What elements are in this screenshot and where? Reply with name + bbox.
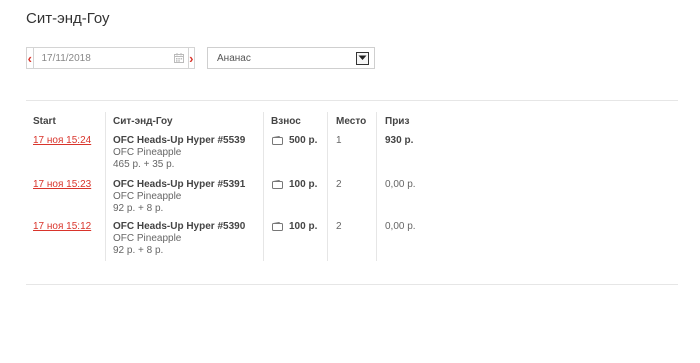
prize-value: 0,00 р. bbox=[385, 221, 416, 232]
page-title: Сит-энд-Гоу bbox=[26, 10, 110, 27]
tournament-name: OFC Heads-Up Hyper #5391 bbox=[113, 179, 246, 190]
tournament-game: OFC Pineapple bbox=[113, 191, 182, 202]
tournament-fee: 92 р. + 8 р. bbox=[113, 203, 164, 214]
wallet-icon bbox=[272, 222, 283, 231]
tournament-fee: 92 р. + 8 р. bbox=[113, 245, 164, 256]
prize-value: 0,00 р. bbox=[385, 179, 416, 190]
table-row: 17 ноя 15:23 OFC Heads-Up Hyper #5391 OF… bbox=[0, 179, 700, 223]
col-header-name: Сит-энд-Гоу bbox=[113, 116, 173, 127]
place-value: 1 bbox=[336, 135, 342, 146]
place-value: 2 bbox=[336, 221, 342, 232]
tournament-name: OFC Heads-Up Hyper #5390 bbox=[113, 221, 246, 232]
col-header-prize: Приз bbox=[385, 116, 410, 127]
tournament-date-link[interactable]: 17 ноя 15:12 bbox=[33, 221, 91, 232]
tournament-game: OFC Pineapple bbox=[113, 233, 182, 244]
game-type-select[interactable]: Ананас bbox=[207, 47, 375, 69]
next-day-button[interactable]: › bbox=[187, 48, 195, 68]
wallet-icon bbox=[272, 136, 283, 145]
tournament-date-link[interactable]: 17 ноя 15:23 bbox=[33, 179, 91, 190]
tournament-date-link[interactable]: 17 ноя 15:24 bbox=[33, 135, 91, 146]
chevron-down-icon bbox=[356, 51, 369, 65]
chevron-right-icon: › bbox=[189, 50, 194, 66]
tournament-game: OFC Pineapple bbox=[113, 147, 182, 158]
tournament-name: OFC Heads-Up Hyper #5539 bbox=[113, 135, 246, 146]
bottom-divider bbox=[26, 284, 678, 285]
col-header-start: Start bbox=[33, 116, 56, 127]
date-navigator: ‹ › bbox=[26, 47, 195, 69]
buyin-value: 100 р. bbox=[289, 221, 318, 232]
col-header-place: Место bbox=[336, 116, 367, 127]
chevron-left-icon: ‹ bbox=[27, 50, 32, 66]
game-type-selected: Ананас bbox=[217, 52, 251, 64]
date-input[interactable] bbox=[33, 48, 174, 68]
wallet-icon bbox=[272, 180, 283, 189]
calendar-icon[interactable] bbox=[173, 53, 184, 63]
col-header-buyin: Взнос bbox=[271, 116, 301, 127]
buyin-value: 100 р. bbox=[289, 179, 318, 190]
prize-value: 930 р. bbox=[385, 135, 414, 146]
tournament-fee: 465 р. + 35 р. bbox=[113, 159, 175, 170]
table-row: 17 ноя 15:12 OFC Heads-Up Hyper #5390 OF… bbox=[0, 221, 700, 265]
top-divider bbox=[26, 100, 678, 101]
place-value: 2 bbox=[336, 179, 342, 190]
table-row: 17 ноя 15:24 OFC Heads-Up Hyper #5539 OF… bbox=[0, 135, 700, 179]
buyin-value: 500 р. bbox=[289, 135, 318, 146]
